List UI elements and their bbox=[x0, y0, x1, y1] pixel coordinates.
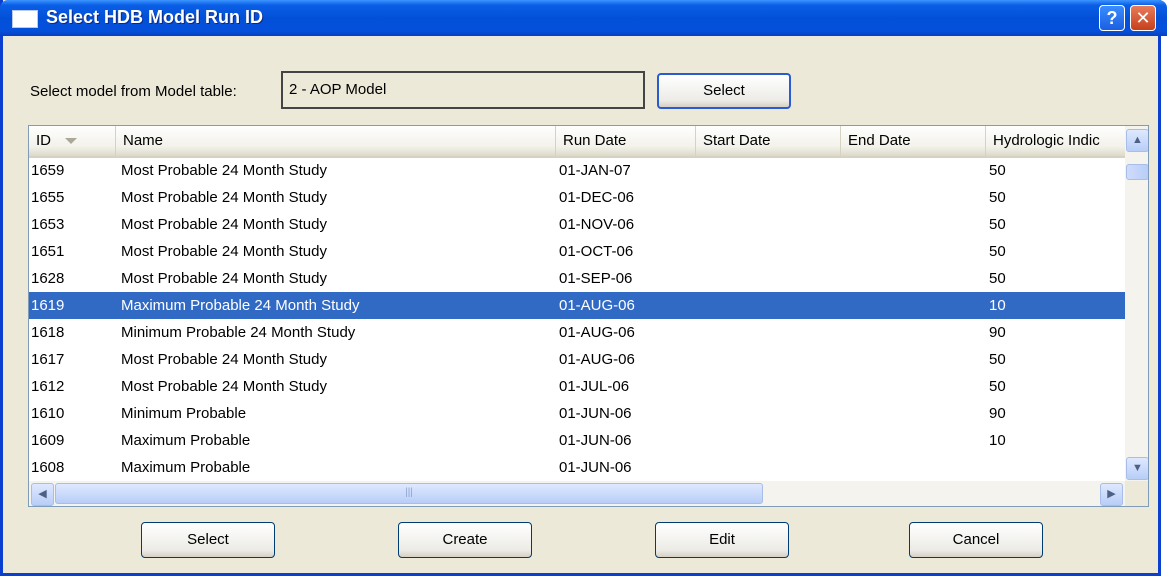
column-header-label: ID bbox=[36, 132, 51, 149]
cell-id: 1651 bbox=[31, 243, 65, 260]
cell-hyd: 50 bbox=[989, 162, 1006, 179]
cell-name: Most Probable 24 Month Study bbox=[121, 243, 327, 260]
table-row[interactable]: 1628 Most Probable 24 Month Study 01-SEP-0… bbox=[29, 265, 1125, 292]
cell-hyd: 50 bbox=[989, 351, 1006, 368]
scroll-down-icon[interactable]: ▼ bbox=[1126, 457, 1148, 480]
cell-name: Maximum Probable bbox=[121, 459, 251, 476]
cell-name: Minimum Probable bbox=[121, 405, 247, 422]
cell-name: Most Probable 24 Month Study bbox=[121, 270, 327, 287]
cell-run: 01-JUN-06 bbox=[559, 432, 632, 449]
select-button[interactable]: Select bbox=[141, 522, 275, 558]
table-row[interactable]: 1609 Maximum Probable 01-JUN-06 10 bbox=[29, 427, 1125, 454]
cell-hyd: 50 bbox=[989, 189, 1006, 206]
edit-button[interactable]: Edit bbox=[655, 522, 789, 558]
column-header-name[interactable]: Name bbox=[116, 126, 556, 156]
table-row[interactable]: 1608 Maximum Probable 01-JUN-06 bbox=[29, 454, 1125, 481]
cell-name: Maximum Probable bbox=[121, 432, 251, 449]
vertical-scrollbar[interactable]: ▲ ▼ bbox=[1125, 126, 1148, 481]
cancel-button[interactable]: Cancel bbox=[909, 522, 1043, 558]
cell-name: Most Probable 24 Month Study bbox=[121, 378, 327, 395]
column-header-run-date[interactable]: Run Date bbox=[556, 126, 696, 156]
scroll-right-icon[interactable]: ▶ bbox=[1100, 483, 1123, 506]
cell-hyd: 10 bbox=[989, 432, 1006, 449]
cell-id: 1612 bbox=[31, 378, 65, 395]
scroll-up-icon[interactable]: ▲ bbox=[1126, 129, 1148, 152]
column-header-id[interactable]: ID bbox=[29, 126, 116, 156]
scroll-left-icon[interactable]: ◀ bbox=[31, 483, 54, 506]
table-row[interactable]: 1651 Most Probable 24 Month Study 01-OCT-0… bbox=[29, 238, 1125, 265]
dialog-window: Select HDB Model Run ID ? ✕ Select model… bbox=[0, 0, 1167, 576]
cell-hyd: 90 bbox=[989, 324, 1006, 341]
cell-name: Most Probable 24 Month Study bbox=[121, 351, 327, 368]
cell-id: 1618 bbox=[31, 324, 65, 341]
cell-id: 1659 bbox=[31, 162, 65, 179]
cell-id: 1619 bbox=[31, 297, 65, 314]
cell-id: 1653 bbox=[31, 216, 65, 233]
title-bar[interactable]: Select HDB Model Run ID ? ✕ bbox=[0, 0, 1167, 36]
vertical-scroll-thumb[interactable] bbox=[1126, 164, 1148, 180]
cell-id: 1655 bbox=[31, 189, 65, 206]
cell-hyd: 50 bbox=[989, 378, 1006, 395]
cell-run: 01-AUG-06 bbox=[559, 324, 635, 341]
cell-hyd: 50 bbox=[989, 216, 1006, 233]
cell-name: Minimum Probable 24 Month Study bbox=[121, 324, 356, 341]
column-header-hydrologic[interactable]: Hydrologic Indic bbox=[986, 126, 1125, 156]
cell-run: 01-NOV-06 bbox=[559, 216, 635, 233]
sort-down-icon bbox=[65, 138, 77, 145]
table-body: 1659 Most Probable 24 Month Study 01-JAN-0… bbox=[29, 157, 1126, 481]
close-button[interactable]: ✕ bbox=[1130, 5, 1156, 31]
cell-hyd: 50 bbox=[989, 270, 1006, 287]
model-field[interactable]: 2 - AOP Model bbox=[281, 71, 645, 109]
table-header: ID Name Run Date Start Date End Date Hyd… bbox=[29, 126, 1125, 158]
cell-id: 1617 bbox=[31, 351, 65, 368]
cell-run: 01-DEC-06 bbox=[559, 189, 635, 206]
cell-run: 01-JUN-06 bbox=[559, 459, 632, 476]
table-row[interactable]: 1655 Most Probable 24 Month Study 01-DEC-0… bbox=[29, 184, 1125, 211]
cell-run: 01-JUN-06 bbox=[559, 405, 632, 422]
horizontal-scroll-thumb[interactable]: ||| bbox=[55, 483, 763, 504]
cell-run: 01-SEP-06 bbox=[559, 270, 633, 287]
window-title: Select HDB Model Run ID bbox=[46, 7, 264, 27]
model-label: Select model from Model table: bbox=[30, 83, 237, 100]
model-select-button[interactable]: Select bbox=[657, 73, 791, 109]
cell-name: Maximum Probable 24 Month Study bbox=[121, 297, 360, 314]
cell-run: 01-JUL-06 bbox=[559, 378, 630, 395]
column-header-start-date[interactable]: Start Date bbox=[696, 126, 841, 156]
cell-run: 01-JAN-07 bbox=[559, 162, 631, 179]
table-row[interactable]: 1612 Most Probable 24 Month Study 01-JUL-0… bbox=[29, 373, 1125, 400]
table-row[interactable]: 1617 Most Probable 24 Month Study 01-AUG-0… bbox=[29, 346, 1125, 373]
cell-name: Most Probable 24 Month Study bbox=[121, 216, 327, 233]
cell-hyd: 90 bbox=[989, 405, 1006, 422]
cell-run: 01-OCT-06 bbox=[559, 243, 634, 260]
cell-hyd: 10 bbox=[989, 297, 1006, 314]
table-row[interactable]: 1659 Most Probable 24 Month Study 01-JAN-0… bbox=[29, 157, 1125, 184]
cell-run: 01-AUG-06 bbox=[559, 297, 635, 314]
runs-table: ID Name Run Date Start Date End Date Hyd… bbox=[28, 125, 1149, 507]
column-header-end-date[interactable]: End Date bbox=[841, 126, 986, 156]
cell-id: 1609 bbox=[31, 432, 65, 449]
cell-id: 1608 bbox=[31, 459, 65, 476]
cell-id: 1628 bbox=[31, 270, 65, 287]
cell-name: Most Probable 24 Month Study bbox=[121, 162, 327, 179]
help-button[interactable]: ? bbox=[1099, 5, 1125, 31]
table-row[interactable]: 1610 Minimum Probable 01-JUN-06 90 bbox=[29, 400, 1125, 427]
table-row[interactable]: 1653 Most Probable 24 Month Study 01-NOV-0… bbox=[29, 211, 1125, 238]
cell-run: 01-AUG-06 bbox=[559, 351, 635, 368]
cell-hyd: 50 bbox=[989, 243, 1006, 260]
table-row[interactable]: 1618 Minimum Probable 24 Month Study 01-AU… bbox=[29, 319, 1125, 346]
horizontal-scrollbar[interactable]: ◀ ||| ▶ bbox=[29, 481, 1125, 506]
create-button[interactable]: Create bbox=[398, 522, 532, 558]
scrollbar-corner bbox=[1125, 481, 1148, 506]
table-row[interactable]: 1619 Maximum Probable 24 Month Study 01-AU… bbox=[29, 291, 1126, 320]
cell-id: 1610 bbox=[31, 405, 65, 422]
window-icon bbox=[12, 10, 38, 28]
cell-name: Most Probable 24 Month Study bbox=[121, 189, 327, 206]
